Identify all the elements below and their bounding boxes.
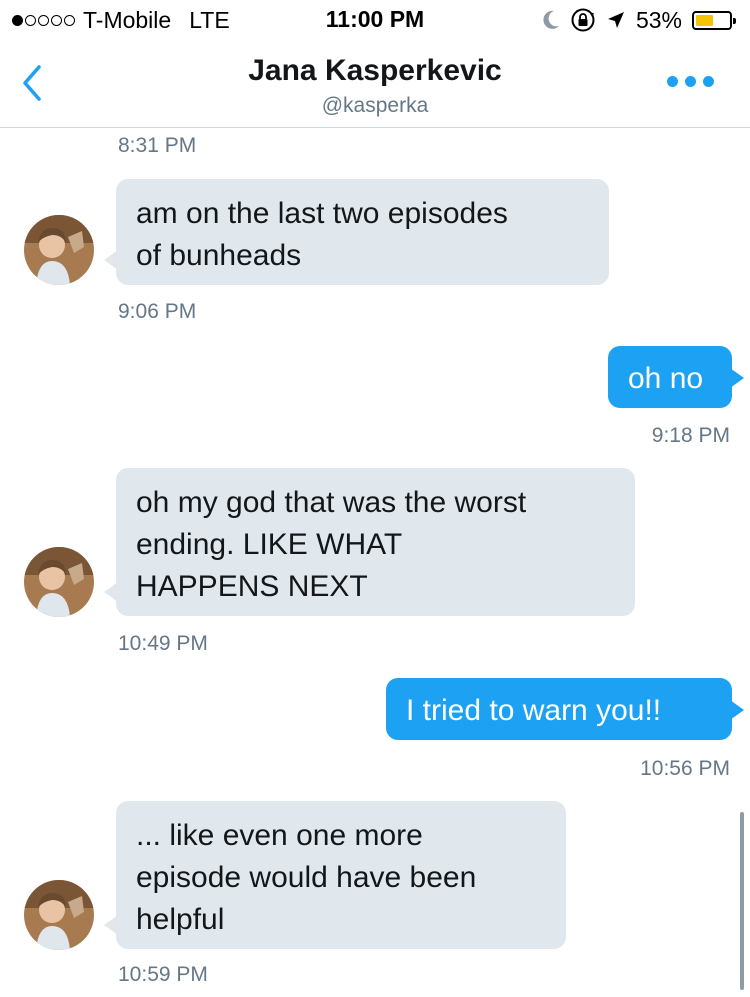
message-line: I tried to warn you!! [406, 694, 662, 727]
scrollbar[interactable] [740, 812, 744, 990]
message-line: oh my god that was the worst [136, 486, 527, 519]
avatar-photo [24, 880, 94, 950]
location-arrow-icon [607, 12, 624, 28]
message-line: ... like even one more [136, 819, 423, 852]
status-right: 53% [542, 6, 736, 34]
message-line: episode would have been [136, 861, 477, 894]
more-dot-icon [685, 76, 696, 87]
message-line: of bunheads [136, 239, 302, 272]
avatar[interactable] [24, 215, 94, 285]
moon-icon [543, 10, 559, 29]
conversation-header: Jana Kasperkevic @kasperka [0, 40, 750, 128]
more-options-button[interactable] [667, 76, 714, 87]
message-timestamp: 9:18 PM [651, 424, 730, 447]
received-message-bubble[interactable]: ... like even one more episode would hav… [116, 801, 566, 949]
battery-percent: 53% [635, 6, 682, 33]
avatar-photo [24, 547, 94, 617]
message-timestamp: 9:06 PM [118, 300, 197, 323]
message-line: oh no [628, 362, 704, 395]
avatar[interactable] [24, 880, 94, 950]
bubble-tail [104, 582, 118, 602]
message-timestamp: 10:49 PM [118, 632, 208, 655]
message-line: am on the last two episodes [136, 197, 508, 230]
bubble-tail [104, 915, 118, 935]
bubble-tail [730, 700, 744, 720]
contact-name[interactable]: Jana Kasperkevic [0, 54, 750, 88]
more-dot-icon [703, 76, 714, 87]
message-line: ending. LIKE WHAT [136, 528, 403, 561]
message-timestamp: 10:59 PM [118, 963, 208, 986]
bubble-tail [730, 368, 744, 388]
sent-message-bubble[interactable]: oh no [608, 346, 732, 408]
message-line: HAPPENS NEXT [136, 570, 368, 603]
received-message-bubble[interactable]: am on the last two episodes of bunheads [116, 179, 609, 285]
message-timestamp: 8:31 PM [118, 134, 197, 157]
message-line: helpful [136, 903, 225, 936]
avatar[interactable] [24, 547, 94, 617]
battery-icon [692, 10, 736, 30]
avatar-photo [24, 215, 94, 285]
status-bar: T-Mobile LTE 11:00 PM 53% [0, 0, 750, 40]
rotation-lock-icon [571, 8, 595, 32]
message-timestamp: 10:56 PM [640, 757, 730, 780]
sent-message-bubble[interactable]: I tried to warn you!! [386, 678, 732, 740]
bubble-tail [104, 250, 118, 270]
contact-handle: @kasperka [321, 94, 429, 117]
received-message-bubble[interactable]: oh my god that was the worst ending. LIK… [116, 468, 635, 616]
more-dot-icon [667, 76, 678, 87]
